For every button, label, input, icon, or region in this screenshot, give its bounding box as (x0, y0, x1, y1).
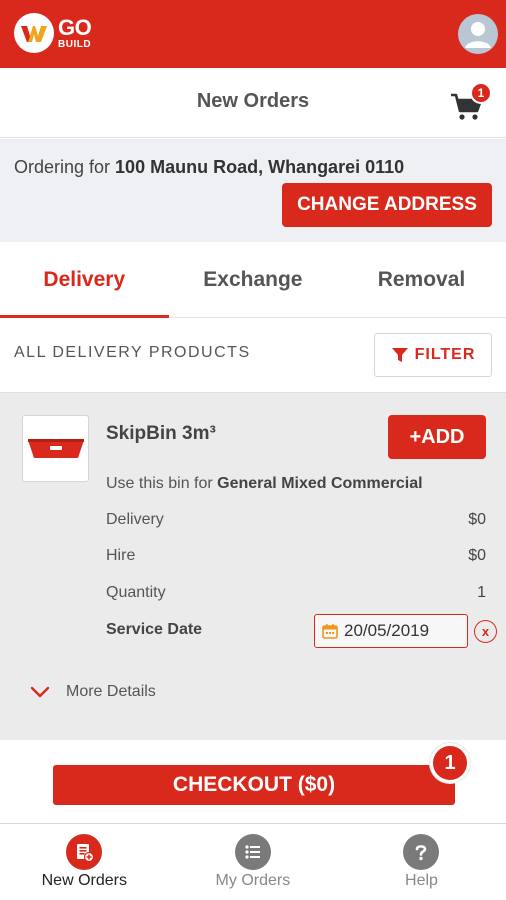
service-date-input[interactable]: 20/05/2019 (314, 614, 468, 648)
products-header: ALL DELIVERY PRODUCTS FILTER (0, 318, 506, 392)
title-bar: New Orders 1 (0, 68, 506, 138)
gobuild-logo[interactable]: GO BUILD (14, 13, 92, 53)
product-usage: Use this bin for General Mixed Commercia… (106, 475, 423, 493)
nav-my-orders[interactable]: My Orders (169, 824, 338, 900)
address-value: 100 Maunu Road, Whangarei 0110 (115, 157, 405, 177)
checkout-area: CHECKOUT ($0) 1 (0, 741, 506, 823)
chevron-down-icon (30, 686, 50, 698)
nav-new-orders[interactable]: New Orders (0, 824, 169, 900)
new-order-icon (66, 834, 103, 870)
row-value: 1 (477, 584, 486, 601)
hire-price-row: Hire $0 (106, 547, 486, 565)
quantity-row: Quantity 1 (106, 584, 486, 602)
app-bar: GO BUILD (0, 0, 506, 68)
filter-icon (391, 348, 408, 362)
tab-removal[interactable]: Removal (337, 242, 506, 317)
row-label: Quantity (106, 584, 166, 601)
tab-exchange[interactable]: Exchange (169, 242, 338, 317)
cart-count-badge: 1 (470, 82, 492, 104)
more-details-toggle[interactable]: More Details (30, 683, 156, 701)
change-address-button[interactable]: CHANGE ADDRESS (282, 183, 492, 227)
more-details-label: More Details (66, 683, 156, 700)
add-product-button[interactable]: +ADD (388, 415, 486, 459)
checkout-button[interactable]: CHECKOUT ($0) (53, 765, 455, 805)
checkout-count-badge: 1 (430, 743, 470, 783)
tab-delivery[interactable]: Delivery (0, 242, 169, 318)
logo-go-text: GO (58, 14, 92, 40)
clear-date-button[interactable]: x (474, 620, 497, 643)
usage-value: General Mixed Commercial (217, 475, 423, 492)
service-date-label: Service Date (106, 621, 203, 638)
service-date-value: 20/05/2019 (344, 621, 430, 640)
address-prefix: Ordering for (14, 157, 116, 177)
skipbin-image (22, 415, 89, 482)
list-icon (234, 834, 271, 870)
help-icon (403, 834, 440, 870)
filter-label: FILTER (414, 346, 476, 363)
bottom-navigation: New Orders My Orders Help (0, 823, 506, 900)
nav-help[interactable]: Help (337, 824, 506, 900)
row-label: Delivery (106, 511, 164, 528)
address-panel: Ordering for 100 Maunu Road, Whangarei 0… (0, 139, 506, 242)
calendar-icon (322, 624, 338, 639)
product-name: SkipBin 3m³ (106, 423, 216, 444)
page-title: New Orders (196, 90, 310, 112)
logo-build-text: BUILD (58, 38, 92, 50)
user-avatar-icon[interactable] (458, 14, 498, 54)
order-type-tabs: Delivery Exchange Removal (0, 242, 506, 318)
nav-my-orders-label: My Orders (215, 872, 291, 889)
product-card: SkipBin 3m³ +ADD Use this bin for Genera… (0, 392, 506, 740)
logo-mark-icon (14, 13, 54, 53)
row-value: $0 (468, 547, 486, 564)
products-section-label: ALL DELIVERY PRODUCTS (14, 344, 251, 361)
row-value: $0 (468, 511, 486, 528)
nav-help-label: Help (405, 872, 438, 889)
nav-new-orders-label: New Orders (41, 872, 127, 889)
row-label: Hire (106, 547, 136, 564)
ordering-address: Ordering for 100 Maunu Road, Whangarei 0… (14, 157, 404, 178)
filter-button[interactable]: FILTER (374, 333, 492, 377)
usage-prefix: Use this bin for (106, 475, 218, 492)
delivery-price-row: Delivery $0 (106, 511, 486, 529)
